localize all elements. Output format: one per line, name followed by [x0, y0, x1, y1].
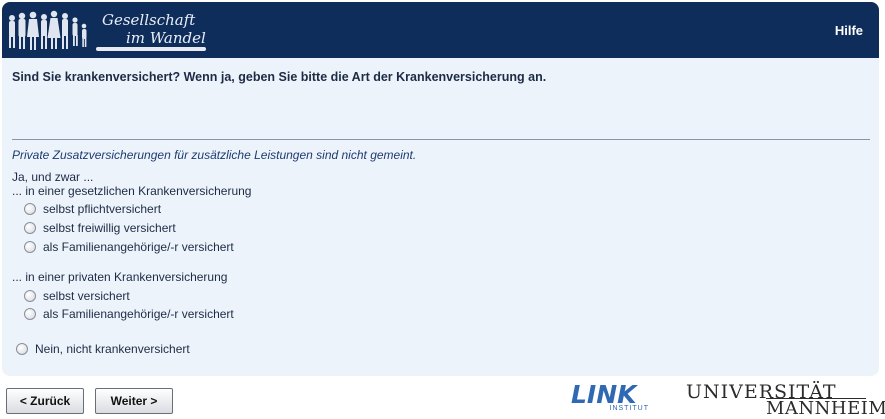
link-logo-sub: INSTITUT [609, 405, 649, 412]
question-text: Sind Sie krankenversichert? Wenn ja, geb… [12, 70, 547, 84]
answer-intro: Ja, und zwar ... [12, 170, 94, 184]
brand-line-2: im Wandel [126, 29, 206, 47]
option-not-insured[interactable]: Nein, nicht krankenversichert [16, 342, 190, 356]
help-link[interactable]: Hilfe [835, 23, 863, 38]
link-institut-logo: LINK INSTITUT [571, 380, 651, 414]
next-button[interactable]: Weiter > [95, 388, 173, 414]
option-label: selbst pflichtversichert [43, 202, 162, 216]
option-label: als Familienangehörige/-r versichert [43, 240, 234, 254]
header-bar: Gesellschaft im Wandel Hilfe [2, 2, 879, 58]
brand-swoosh [96, 47, 206, 51]
option-private-family[interactable]: als Familienangehörige/-r versichert [24, 307, 234, 321]
divider [12, 139, 870, 140]
option-private-self[interactable]: selbst versichert [24, 289, 130, 303]
people-silhouette-logo [9, 10, 87, 50]
group-public-label: ... in einer gesetzlichen Krankenversich… [12, 184, 252, 198]
radio-button[interactable] [24, 308, 36, 320]
radio-button[interactable] [16, 343, 28, 355]
question-note: Private Zusatzversicherungen für zusätzl… [12, 148, 417, 162]
survey-panel: Gesellschaft im Wandel Hilfe Sind Sie kr… [2, 2, 879, 376]
group-private-label: ... in einer privaten Krankenversicherun… [12, 270, 228, 284]
radio-button[interactable] [24, 290, 36, 302]
university-logo-line-2: MANNHEIM [766, 398, 885, 419]
brand-title: Gesellschaft im Wandel [102, 11, 206, 47]
option-label: selbst freiwillig versichert [43, 221, 176, 235]
option-label: Nein, nicht krankenversichert [35, 342, 190, 356]
radio-button[interactable] [24, 222, 36, 234]
brand-line-1: Gesellschaft [102, 11, 196, 29]
radio-button[interactable] [24, 203, 36, 215]
back-button[interactable]: < Zurück [6, 388, 84, 414]
radio-button[interactable] [24, 241, 36, 253]
university-logo: UNIVERSITÄT MANNHEIM [686, 381, 885, 419]
option-label: selbst versichert [43, 289, 130, 303]
option-public-family[interactable]: als Familienangehörige/-r versichert [24, 240, 234, 254]
option-public-voluntary[interactable]: selbst freiwillig versichert [24, 221, 176, 235]
option-label: als Familienangehörige/-r versichert [43, 307, 234, 321]
option-public-mandatory[interactable]: selbst pflichtversichert [24, 202, 161, 216]
